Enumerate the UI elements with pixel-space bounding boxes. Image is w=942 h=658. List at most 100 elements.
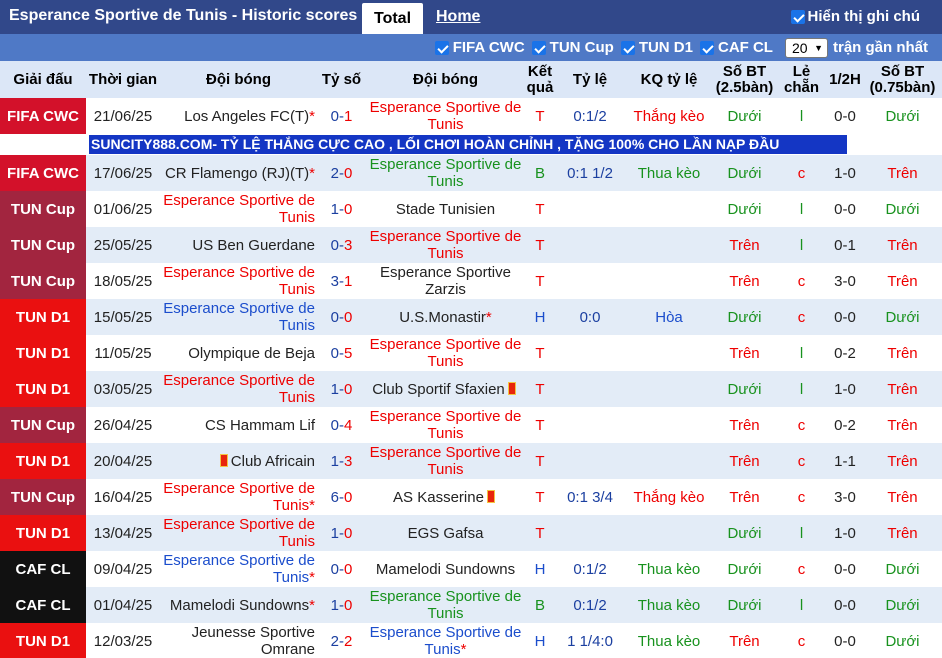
competition-badge[interactable]: TUN D1 — [0, 371, 86, 407]
away-team-name[interactable]: Esperance Sportive de Tunis — [370, 336, 522, 370]
competition-badge[interactable]: TUN D1 — [0, 335, 86, 371]
match-score[interactable]: 0-1 — [317, 98, 366, 134]
match-score[interactable]: 1-3 — [317, 443, 366, 479]
away-team-cell[interactable]: Stade Tunisien — [366, 191, 525, 227]
away-team-name[interactable]: Esperance Sportive de Tunis — [370, 228, 522, 262]
competition-badge[interactable]: TUN Cup — [0, 479, 86, 515]
away-team-cell[interactable]: AS Kasserine — [366, 479, 525, 515]
away-team-cell[interactable]: Esperance Sportive de Tunis — [366, 587, 525, 623]
away-team-name[interactable]: Esperance Sportive de Tunis — [370, 99, 522, 133]
home-team-cell[interactable]: Olympique de Beja — [160, 335, 317, 371]
away-team-name[interactable]: Esperance Sportive de Tunis — [370, 444, 522, 478]
match-score[interactable]: 0-4 — [317, 407, 366, 443]
checkbox-icon[interactable] — [434, 40, 449, 55]
home-team-name[interactable]: US Ben Guerdane — [192, 237, 315, 254]
match-score[interactable]: 1-0 — [317, 587, 366, 623]
away-team-cell[interactable]: Esperance Sportive de Tunis — [366, 227, 525, 263]
competition-badge[interactable]: TUN D1 — [0, 515, 86, 551]
away-team-cell[interactable]: Esperance Sportive de Tunis* — [366, 623, 525, 658]
home-team-name[interactable]: Esperance Sportive de Tunis — [163, 192, 315, 226]
tab-total[interactable]: Total — [362, 3, 423, 34]
away-team-name[interactable]: AS Kasserine — [393, 489, 484, 506]
home-team-cell[interactable]: Esperance Sportive de Tunis — [160, 263, 317, 299]
competition-badge[interactable]: TUN D1 — [0, 443, 86, 479]
match-score[interactable]: 0-0 — [317, 551, 366, 587]
away-team-cell[interactable]: Esperance Sportive Zarzis — [366, 263, 525, 299]
match-score[interactable]: 2-2 — [317, 623, 366, 658]
competition-badge[interactable]: FIFA CWC — [0, 98, 86, 134]
home-team-name[interactable]: CR Flamengo (RJ)(T) — [165, 165, 309, 182]
away-team-cell[interactable]: Mamelodi Sundowns — [366, 551, 525, 587]
home-team-cell[interactable]: CR Flamengo (RJ)(T)* — [160, 155, 317, 191]
away-team-name[interactable]: Esperance Sportive Zarzis — [380, 264, 511, 298]
home-team-cell[interactable]: Esperance Sportive de Tunis — [160, 371, 317, 407]
home-team-name[interactable]: Los Angeles FC(T) — [184, 108, 309, 125]
away-team-cell[interactable]: EGS Gafsa — [366, 515, 525, 551]
home-team-cell[interactable]: CS Hammam Lif — [160, 407, 317, 443]
away-team-name[interactable]: Stade Tunisien — [396, 201, 495, 218]
filter-fifa-cwc[interactable]: FIFA CWC — [434, 39, 525, 56]
filter-tun-d1[interactable]: TUN D1 — [620, 39, 693, 56]
home-team-name[interactable]: Olympique de Beja — [188, 345, 315, 362]
match-score[interactable]: 1-0 — [317, 371, 366, 407]
away-team-name[interactable]: EGS Gafsa — [408, 525, 484, 542]
home-team-name[interactable]: CS Hammam Lif — [205, 417, 315, 434]
competition-badge[interactable]: TUN Cup — [0, 407, 86, 443]
home-team-cell[interactable]: Jeunesse Sportive Omrane — [160, 623, 317, 658]
home-team-name[interactable]: Esperance Sportive de Tunis — [163, 516, 315, 550]
away-team-name[interactable]: Esperance Sportive de Tunis — [370, 588, 522, 622]
competition-badge[interactable]: CAF CL — [0, 587, 86, 623]
filter-tun-cup[interactable]: TUN Cup — [531, 39, 614, 56]
checkbox-icon[interactable] — [790, 9, 805, 24]
match-count-select[interactable]: 20 ▼ — [784, 37, 828, 58]
competition-badge[interactable]: TUN Cup — [0, 227, 86, 263]
away-team-cell[interactable]: U.S.Monastir* — [366, 299, 525, 335]
away-team-cell[interactable]: Esperance Sportive de Tunis — [366, 335, 525, 371]
away-team-cell[interactable]: Esperance Sportive de Tunis — [366, 155, 525, 191]
home-team-name[interactable]: Esperance Sportive de Tunis — [163, 264, 315, 298]
competition-badge[interactable]: TUN Cup — [0, 191, 86, 227]
checkbox-icon[interactable] — [620, 40, 635, 55]
home-team-cell[interactable]: Los Angeles FC(T)* — [160, 98, 317, 134]
home-team-name[interactable]: Club Africain — [231, 453, 315, 470]
away-team-name[interactable]: U.S.Monastir — [399, 309, 486, 326]
home-team-cell[interactable]: Esperance Sportive de Tunis* — [160, 479, 317, 515]
away-team-name[interactable]: Club Sportif Sfaxien — [372, 381, 505, 398]
away-team-name[interactable]: Esperance Sportive de Tunis — [370, 408, 522, 442]
home-team-name[interactable]: Jeunesse Sportive Omrane — [192, 624, 315, 658]
home-team-cell[interactable]: Mamelodi Sundowns* — [160, 587, 317, 623]
away-team-name[interactable]: Mamelodi Sundowns — [376, 561, 515, 578]
home-team-cell[interactable]: Esperance Sportive de Tunis* — [160, 551, 317, 587]
competition-badge[interactable]: TUN Cup — [0, 263, 86, 299]
match-score[interactable]: 0-5 — [317, 335, 366, 371]
checkbox-icon[interactable] — [699, 40, 714, 55]
away-team-cell[interactable]: Esperance Sportive de Tunis — [366, 98, 525, 134]
home-team-name[interactable]: Mamelodi Sundowns — [170, 597, 309, 614]
away-team-cell[interactable]: Esperance Sportive de Tunis — [366, 407, 525, 443]
competition-badge[interactable]: TUN D1 — [0, 623, 86, 658]
match-score[interactable]: 0-3 — [317, 227, 366, 263]
away-team-cell[interactable]: Club Sportif Sfaxien — [366, 371, 525, 407]
match-score[interactable]: 1-0 — [317, 191, 366, 227]
away-team-cell[interactable]: Esperance Sportive de Tunis — [366, 443, 525, 479]
home-team-name[interactable]: Esperance Sportive de Tunis — [163, 480, 315, 514]
ad-banner[interactable]: SUNCITY888.COM- TỶ LỆ THẮNG CỰC CAO , LỐ… — [89, 135, 847, 154]
home-team-cell[interactable]: Esperance Sportive de Tunis — [160, 299, 317, 335]
match-score[interactable]: 0-0 — [317, 299, 366, 335]
home-team-cell[interactable]: US Ben Guerdane — [160, 227, 317, 263]
competition-badge[interactable]: TUN D1 — [0, 299, 86, 335]
match-score[interactable]: 6-0 — [317, 479, 366, 515]
away-team-name[interactable]: Esperance Sportive de Tunis — [370, 156, 522, 190]
competition-badge[interactable]: CAF CL — [0, 551, 86, 587]
checkbox-icon[interactable] — [531, 40, 546, 55]
competition-badge[interactable]: FIFA CWC — [0, 155, 86, 191]
show-note-toggle[interactable]: Hiển thị ghi chú — [790, 8, 920, 25]
home-team-cell[interactable]: Club Africain — [160, 443, 317, 479]
home-team-cell[interactable]: Esperance Sportive de Tunis — [160, 515, 317, 551]
home-team-name[interactable]: Esperance Sportive de Tunis — [163, 372, 315, 406]
match-score[interactable]: 1-0 — [317, 515, 366, 551]
filter-caf-cl[interactable]: CAF CL — [699, 39, 773, 56]
away-team-name[interactable]: Esperance Sportive de Tunis — [370, 624, 522, 658]
match-score[interactable]: 2-0 — [317, 155, 366, 191]
home-team-cell[interactable]: Esperance Sportive de Tunis — [160, 191, 317, 227]
